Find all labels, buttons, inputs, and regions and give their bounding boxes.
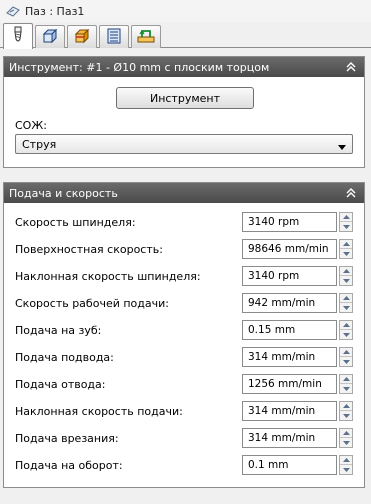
feed-speed-panel-title: Подача и скорость	[9, 186, 118, 200]
spindle-speed-stepper[interactable]	[339, 212, 353, 232]
ramp-feedrate-label: Наклонная скорость подачи:	[15, 405, 183, 418]
spindle-speed-label: Скорость шпинделя:	[15, 216, 136, 229]
spin-down-icon[interactable]	[340, 357, 352, 366]
tab-geometry[interactable]	[35, 25, 65, 48]
coolant-select[interactable]: Струя	[15, 134, 353, 154]
ramp-spindle-speed-row: Наклонная скорость шпинделя: 3140 rpm	[4, 264, 364, 291]
cutting-feedrate-row: Скорость рабочей подачи: 942 mm/min	[4, 291, 364, 318]
spin-up-icon[interactable]	[340, 375, 352, 384]
tab-heights[interactable]	[67, 25, 97, 48]
spin-down-icon[interactable]	[340, 465, 352, 474]
spin-up-icon[interactable]	[340, 267, 352, 276]
lead-out-feedrate-label: Подача отвода:	[15, 378, 106, 391]
feed-speed-panel-header[interactable]: Подача и скорость	[4, 183, 364, 203]
spindle-speed-row: Скорость шпинделя: 3140 rpm	[4, 210, 364, 237]
slot-operation-icon	[6, 4, 20, 18]
plunge-feedrate-input[interactable]: 314 mm/min	[242, 428, 337, 448]
lead-out-feedrate-input[interactable]: 1256 mm/min	[242, 374, 337, 394]
surface-speed-row: Поверхностная скорость: 98646 mm/min	[4, 237, 364, 264]
surface-speed-label: Поверхностная скорость:	[15, 243, 163, 256]
feed-per-revolution-input[interactable]: 0.1 mm	[242, 455, 337, 475]
tool-icon	[10, 26, 26, 47]
feed-speed-panel: Подача и скорость Скорость шпинделя: 314…	[3, 182, 365, 488]
lead-in-feedrate-label: Подача подвода:	[15, 351, 114, 364]
lead-in-feedrate-row: Подача подвода: 314 mm/min	[4, 345, 364, 372]
cutting-feedrate-input[interactable]: 942 mm/min	[242, 293, 337, 313]
heights-icon	[73, 28, 91, 47]
spin-up-icon[interactable]	[340, 213, 352, 222]
geometry-icon	[41, 28, 59, 47]
ramp-spindle-speed-stepper[interactable]	[339, 266, 353, 286]
plunge-feedrate-stepper[interactable]	[339, 428, 353, 448]
feed-per-revolution-label: Подача на оборот:	[15, 459, 123, 472]
passes-icon	[106, 28, 122, 47]
feed-per-tooth-stepper[interactable]	[339, 320, 353, 340]
ramp-feedrate-stepper[interactable]	[339, 401, 353, 421]
ramp-spindle-speed-input[interactable]: 3140 rpm	[242, 266, 337, 286]
spin-down-icon[interactable]	[340, 438, 352, 447]
plunge-feedrate-row: Подача врезания: 314 mm/min	[4, 426, 364, 453]
coolant-value: Струя	[22, 137, 57, 151]
window-title: Паз : Паз1	[25, 4, 85, 18]
feed-per-revolution-stepper[interactable]	[339, 455, 353, 475]
tab-tool[interactable]	[3, 23, 33, 49]
spin-down-icon[interactable]	[340, 222, 352, 231]
tab-passes[interactable]	[99, 25, 129, 48]
cutting-feedrate-stepper[interactable]	[339, 293, 353, 313]
collapse-icon[interactable]	[344, 60, 358, 74]
spindle-speed-input[interactable]: 3140 rpm	[242, 212, 337, 232]
feed-per-revolution-row: Подача на оборот: 0.1 mm	[4, 453, 364, 480]
ramp-feedrate-row: Наклонная скорость подачи: 314 mm/min	[4, 399, 364, 426]
tab-linking[interactable]	[131, 25, 161, 48]
spin-up-icon[interactable]	[340, 456, 352, 465]
linking-icon	[137, 28, 155, 47]
lead-in-feedrate-stepper[interactable]	[339, 347, 353, 367]
surface-speed-stepper[interactable]	[339, 239, 353, 259]
coolant-label: СОЖ:	[15, 119, 47, 132]
plunge-feedrate-label: Подача врезания:	[15, 432, 119, 445]
spin-down-icon[interactable]	[340, 411, 352, 420]
spin-up-icon[interactable]	[340, 294, 352, 303]
spin-down-icon[interactable]	[340, 303, 352, 312]
spin-down-icon[interactable]	[340, 249, 352, 258]
tool-panel-title: Инструмент: #1 - Ø10 mm с плоским торцом	[9, 60, 270, 74]
lead-out-feedrate-stepper[interactable]	[339, 374, 353, 394]
spin-up-icon[interactable]	[340, 402, 352, 411]
surface-speed-input[interactable]: 98646 mm/min	[242, 239, 337, 259]
tool-panel-header[interactable]: Инструмент: #1 - Ø10 mm с плоским торцом	[4, 57, 364, 77]
lead-out-feedrate-row: Подача отвода: 1256 mm/min	[4, 372, 364, 399]
feed-per-tooth-input[interactable]: 0.15 mm	[242, 320, 337, 340]
spin-down-icon[interactable]	[340, 384, 352, 393]
tool-button[interactable]: Инструмент	[116, 87, 254, 109]
spin-up-icon[interactable]	[340, 429, 352, 438]
title-bar: Паз : Паз1	[0, 0, 371, 22]
ramp-feedrate-input[interactable]: 314 mm/min	[242, 401, 337, 421]
spin-up-icon[interactable]	[340, 321, 352, 330]
chevron-down-icon	[338, 141, 346, 154]
spin-up-icon[interactable]	[340, 348, 352, 357]
spin-down-icon[interactable]	[340, 330, 352, 339]
tab-bar	[0, 22, 371, 49]
spin-up-icon[interactable]	[340, 240, 352, 249]
lead-in-feedrate-input[interactable]: 314 mm/min	[242, 347, 337, 367]
feed-per-tooth-label: Подача на зуб:	[15, 324, 102, 337]
collapse-icon[interactable]	[344, 186, 358, 200]
cutting-feedrate-label: Скорость рабочей подачи:	[15, 297, 169, 310]
tool-panel: Инструмент: #1 - Ø10 mm с плоским торцом…	[3, 56, 365, 168]
ramp-spindle-speed-label: Наклонная скорость шпинделя:	[15, 270, 201, 283]
spin-down-icon[interactable]	[340, 276, 352, 285]
feed-per-tooth-row: Подача на зуб: 0.15 mm	[4, 318, 364, 345]
